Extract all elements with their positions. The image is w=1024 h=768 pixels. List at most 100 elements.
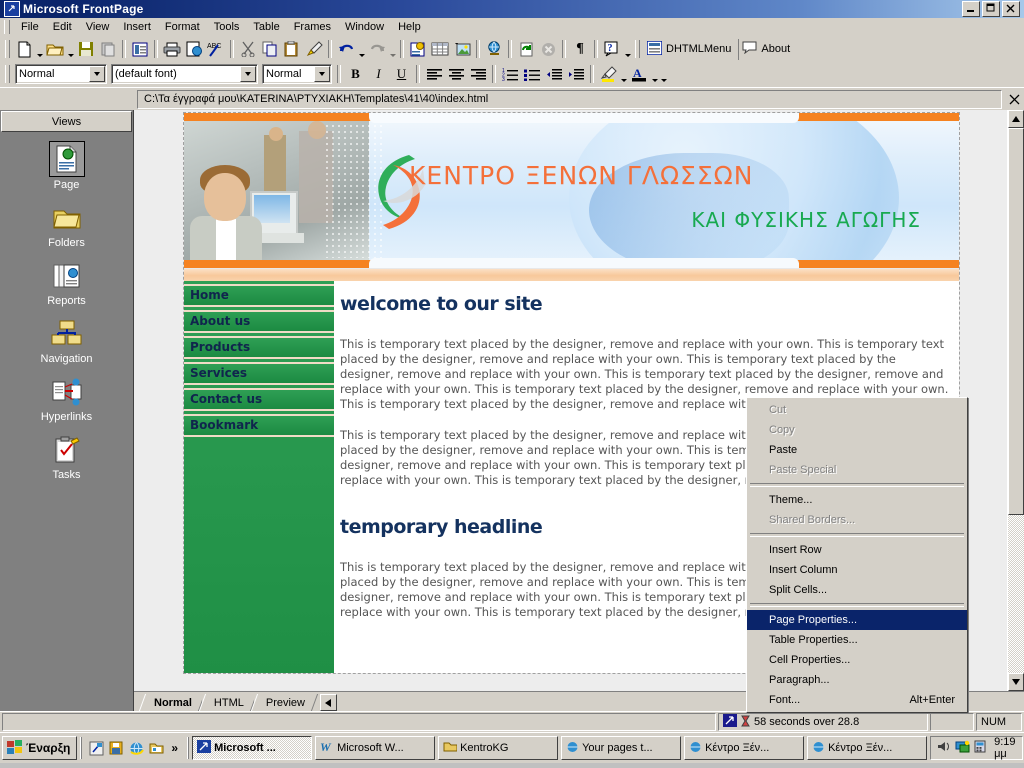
menu-frames[interactable]: Frames [287, 20, 338, 34]
open-folder-icon[interactable] [44, 39, 66, 60]
menu-tools[interactable]: Tools [207, 20, 247, 34]
numbered-list-icon[interactable]: 123 [499, 64, 521, 85]
menu-format[interactable]: Format [158, 20, 207, 34]
internet-explorer-icon[interactable] [127, 739, 145, 757]
scroll-down-icon[interactable] [1008, 673, 1024, 691]
close-button[interactable] [1002, 1, 1020, 17]
volume-icon[interactable] [937, 740, 951, 756]
menu-help[interactable]: Help [391, 20, 428, 34]
globe-link-icon[interactable] [483, 39, 505, 60]
publish-web-icon[interactable] [97, 39, 119, 60]
increase-indent-icon[interactable] [565, 64, 587, 85]
stop-icon[interactable] [537, 39, 559, 60]
menu-table[interactable]: Table [246, 20, 286, 34]
printer-icon[interactable] [161, 39, 183, 60]
context-menu-item-split-cells[interactable]: Split Cells... [747, 580, 967, 600]
align-right-icon[interactable] [467, 64, 489, 85]
vertical-scrollbar[interactable] [1007, 110, 1024, 691]
about-button[interactable]: About [738, 38, 796, 60]
refresh-icon[interactable] [515, 39, 537, 60]
picture-icon[interactable] [451, 39, 473, 60]
table-grid-icon[interactable] [429, 39, 451, 60]
tab-normal[interactable]: Normal [142, 694, 202, 711]
help-dropdown-icon[interactable] [623, 36, 632, 62]
pilcrow-icon[interactable]: ¶ [569, 39, 591, 60]
decrease-indent-icon[interactable] [543, 64, 565, 85]
scroll-up-icon[interactable] [1008, 110, 1024, 128]
taskbar-button-kentrokg[interactable]: KentroKG [438, 736, 559, 760]
sidebar-item-navigation[interactable]: Navigation [0, 317, 133, 365]
new-page-icon[interactable] [13, 39, 35, 60]
italic-button[interactable]: I [367, 64, 390, 85]
start-button[interactable]: Έναρξη [2, 736, 78, 760]
bulleted-list-icon[interactable] [521, 64, 543, 85]
menu-file[interactable]: File [14, 20, 46, 34]
context-menu-item-page-properties[interactable]: Page Properties... [747, 610, 967, 630]
sidebar-item-tasks[interactable]: Tasks [0, 433, 133, 481]
highlighter-icon[interactable] [597, 64, 619, 85]
toolbar-overflow-icon[interactable] [659, 61, 668, 87]
taskbar-button-frontpage[interactable]: Microsoft ... [192, 736, 313, 760]
network-icon[interactable] [955, 740, 970, 756]
tab-preview[interactable]: Preview [253, 694, 315, 711]
quick-launch-overflow-icon[interactable]: » [167, 741, 182, 755]
spelling-abc-icon[interactable]: ABC [205, 39, 227, 60]
menubar-grip[interactable] [4, 20, 10, 34]
context-menu-item-paragraph[interactable]: Paragraph... [747, 670, 967, 690]
context-menu-item-paste[interactable]: Paste [747, 440, 967, 460]
scrollbar-thumb[interactable] [1008, 128, 1024, 515]
web-component-icon[interactable] [407, 39, 429, 60]
redo-arrow-icon[interactable] [366, 39, 388, 60]
menu-edit[interactable]: Edit [46, 20, 79, 34]
context-menu-item-copy[interactable]: Copy [747, 420, 967, 440]
sidebar-item-hyperlinks[interactable]: Hyperlinks [0, 375, 133, 423]
scroll-left-icon[interactable] [319, 694, 337, 711]
context-menu-item-cell-properties[interactable]: Cell Properties... [747, 650, 967, 670]
style-combo-chevron-down-icon[interactable] [89, 66, 105, 82]
show-desktop-icon[interactable] [87, 739, 105, 757]
save-disk-icon[interactable] [75, 39, 97, 60]
context-menu-item-paste-special[interactable]: Paste Special [747, 460, 967, 480]
taskbar-button-kentro-xenon-1[interactable]: Κέντρο Ξέν... [684, 736, 805, 760]
formatting-toolbar-grip[interactable] [5, 65, 10, 83]
nav-item-bookmark[interactable]: Bookmark [184, 414, 334, 437]
nav-item-home[interactable]: Home [184, 284, 334, 307]
taskbar-clock[interactable]: 9:19 μμ [994, 736, 1015, 760]
toolbar-grip[interactable] [5, 40, 10, 58]
font-size-combo[interactable]: Normal [262, 64, 332, 84]
sidebar-item-folders[interactable]: Folders [0, 201, 133, 249]
context-menu-item-insert-column[interactable]: Insert Column [747, 560, 967, 580]
highlight-dropdown-icon[interactable] [619, 61, 628, 87]
undo-dropdown-icon[interactable] [357, 36, 366, 62]
align-left-icon[interactable] [423, 64, 445, 85]
align-center-icon[interactable] [445, 64, 467, 85]
font-combo-chevron-down-icon[interactable] [240, 66, 256, 82]
open-dropdown-icon[interactable] [66, 36, 75, 62]
close-document-icon[interactable] [1004, 89, 1024, 109]
menu-insert[interactable]: Insert [116, 20, 158, 34]
nav-item-services[interactable]: Services [184, 362, 334, 385]
underline-button[interactable]: U [390, 64, 413, 85]
nav-item-contact-us[interactable]: Contact us [184, 388, 334, 411]
print-preview-icon[interactable] [183, 39, 205, 60]
context-menu-item-shared-borders[interactable]: Shared Borders... [747, 510, 967, 530]
bold-button[interactable]: B [344, 64, 367, 85]
sidebar-item-reports[interactable]: Reports [0, 259, 133, 307]
scissors-icon[interactable] [237, 39, 259, 60]
menu-window[interactable]: Window [338, 20, 391, 34]
paintbrush-icon[interactable] [303, 39, 325, 60]
media-icon[interactable] [107, 739, 125, 757]
restore-button[interactable] [982, 1, 1000, 17]
font-color-icon[interactable]: A [628, 64, 650, 85]
font-color-dropdown-icon[interactable] [650, 61, 659, 87]
context-menu-item-font[interactable]: Font... Alt+Enter [747, 690, 967, 710]
redo-dropdown-icon[interactable] [388, 36, 397, 62]
new-page-dropdown-icon[interactable] [35, 36, 44, 62]
help-question-icon[interactable]: ? [601, 39, 623, 60]
nav-item-products[interactable]: Products [184, 336, 334, 359]
nav-item-about-us[interactable]: About us [184, 310, 334, 333]
taskbar-button-your-pages[interactable]: Your pages t... [561, 736, 682, 760]
context-menu-item-theme[interactable]: Theme... [747, 490, 967, 510]
context-menu-item-insert-row[interactable]: Insert Row [747, 540, 967, 560]
calculator-icon[interactable] [974, 740, 986, 756]
